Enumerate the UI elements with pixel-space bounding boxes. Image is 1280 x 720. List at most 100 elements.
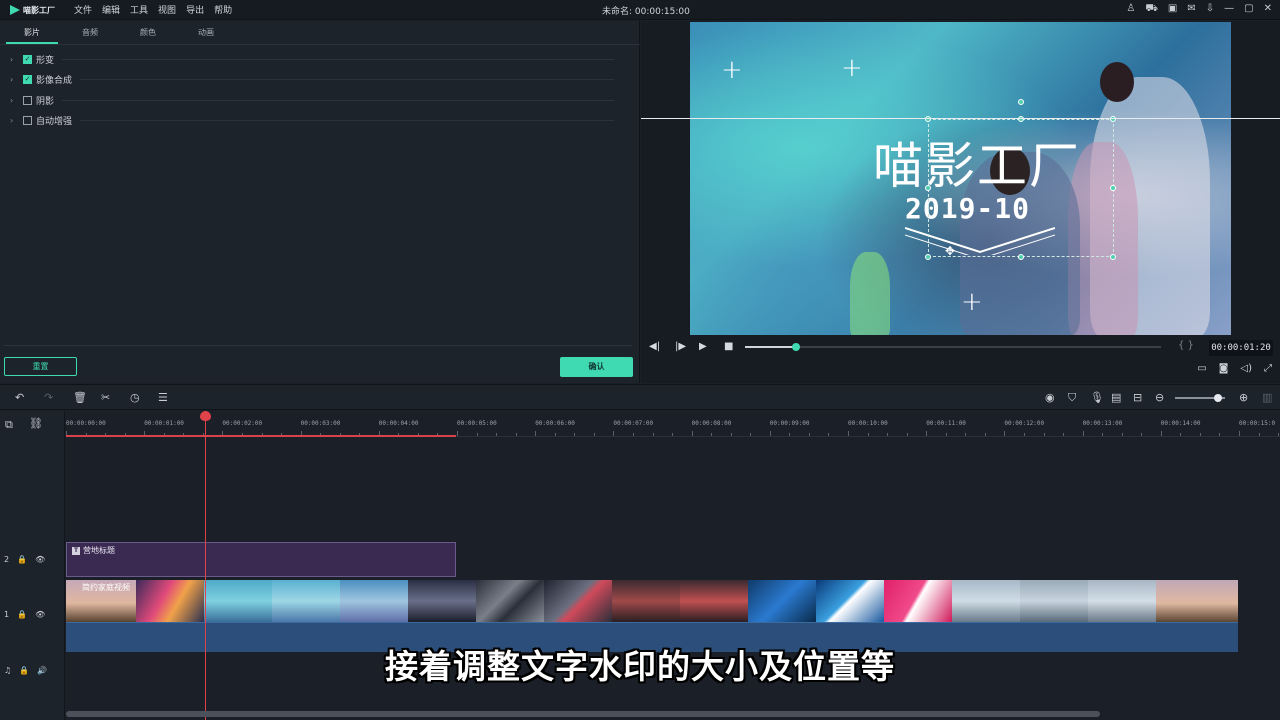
property-label: 形变 <box>36 55 55 66</box>
ruler-tick <box>1219 433 1221 436</box>
app-logo: 喵影工厂 <box>10 3 55 17</box>
maximize-icon[interactable]: ▢ <box>1244 3 1253 16</box>
tab-color[interactable]: 颜色 <box>122 21 174 44</box>
timeline-toolbar: ↶ ↷ 🗑 ✂ ◷ ☰ ◉ ⛉ 🎙 ▤ ⊟ ⊖ ⊕ ▥ <box>0 384 1280 410</box>
menu-edit[interactable]: 编辑 <box>102 3 120 16</box>
reset-button[interactable]: 重置 <box>4 357 77 376</box>
ruler-tick <box>1258 433 1260 436</box>
resize-handle[interactable] <box>1110 254 1116 260</box>
clip-thumbnail <box>680 580 748 622</box>
ruler-label: 00:00:05:00 <box>457 420 497 427</box>
time-ruler[interactable]: 00:00:00:00 00:00:01:00 00:00:02:00 00:00:0… <box>66 411 1280 437</box>
menu-tools[interactable]: 工具 <box>130 3 148 16</box>
checkbox-auto-enhance[interactable] <box>23 115 32 125</box>
volume-icon[interactable]: ◁) <box>1240 363 1252 374</box>
fullscreen-icon[interactable]: ⤢ <box>1264 363 1272 374</box>
checkbox-shadow[interactable] <box>23 95 32 105</box>
account-icon[interactable]: ♙ <box>1126 3 1135 16</box>
mark-in-out-icon[interactable]: { } <box>1178 340 1194 351</box>
resize-handle[interactable] <box>1018 116 1024 122</box>
resize-handle[interactable] <box>1110 185 1116 191</box>
render-icon[interactable]: ◉ <box>1045 391 1055 404</box>
chevron-right-icon[interactable]: › <box>10 96 18 105</box>
resize-handle[interactable] <box>925 254 931 260</box>
save-icon[interactable]: ▣ <box>1168 3 1177 16</box>
preview-canvas[interactable]: + + + 喵影工厂 2019-10 ✥ <box>690 22 1231 335</box>
playhead-handle[interactable] <box>200 411 211 421</box>
resize-handle[interactable] <box>1018 254 1024 260</box>
lock-icon[interactable]: 🔒 <box>17 555 27 564</box>
property-auto-enhance[interactable]: › 自动增强 <box>10 113 72 127</box>
cut-icon[interactable]: ✂ <box>101 391 110 404</box>
download-icon[interactable]: ⇩ <box>1206 3 1214 16</box>
eye-icon[interactable]: 👁 <box>35 555 45 564</box>
redo-icon[interactable]: ↷ <box>44 391 53 404</box>
resize-handle[interactable] <box>925 185 931 191</box>
step-icon[interactable]: |▶ <box>675 341 686 352</box>
delete-icon[interactable]: 🗑 <box>73 391 87 404</box>
ruler-label: 00:00:15:0 <box>1239 420 1276 427</box>
play-icon[interactable]: ▶ <box>699 341 707 352</box>
tab-audio[interactable]: 音频 <box>64 21 116 44</box>
clip-thumbnail <box>884 580 952 622</box>
ruler-tick <box>1063 433 1065 436</box>
mail-icon[interactable]: ✉ <box>1187 3 1195 16</box>
property-transform[interactable]: › ✓ 形变 <box>10 52 54 66</box>
marker-icon[interactable]: ⛉ <box>1068 391 1076 405</box>
microphone-icon[interactable]: 🎙 <box>1090 391 1104 404</box>
menu-file[interactable]: 文件 <box>74 3 92 16</box>
undo-icon[interactable]: ↶ <box>15 391 24 404</box>
stop-icon[interactable]: ■ <box>724 341 733 352</box>
zoom-handle[interactable] <box>1214 394 1222 402</box>
scrub-handle[interactable] <box>792 343 800 351</box>
panel-toggle-icon[interactable]: ▥ <box>1262 391 1272 404</box>
audio-mixer-icon[interactable]: ▤ <box>1111 391 1121 404</box>
chevron-right-icon[interactable]: › <box>10 75 18 84</box>
video-clip-name: 简约家庭视频 <box>82 583 130 592</box>
prev-frame-icon[interactable]: ◀| <box>649 341 660 352</box>
split-screen-icon[interactable]: ⊟ <box>1133 391 1142 404</box>
selection-box[interactable]: ✥ <box>925 99 1116 260</box>
cart-icon[interactable]: ⛟ <box>1145 3 1158 16</box>
ruler-tick <box>984 433 986 436</box>
snapshot-icon[interactable]: ◙ <box>1219 363 1229 374</box>
display-icon[interactable]: ▭ <box>1197 363 1206 374</box>
ruler-tick <box>867 433 869 436</box>
tab-video[interactable]: 影片 <box>6 21 58 44</box>
divider <box>80 79 614 80</box>
checkbox-compositing[interactable]: ✓ <box>23 74 32 84</box>
minimize-icon[interactable]: — <box>1224 3 1234 16</box>
close-icon[interactable]: ✕ <box>1264 3 1272 16</box>
eye-icon[interactable]: 👁 <box>35 610 45 619</box>
confirm-button[interactable]: 确认 <box>560 357 633 377</box>
resize-handle[interactable] <box>1110 116 1116 122</box>
ruler-tick <box>632 433 634 436</box>
add-track-icon[interactable]: ⧉ <box>5 418 13 432</box>
rotate-handle[interactable] <box>1018 99 1024 105</box>
menu-export[interactable]: 导出 <box>186 3 204 16</box>
ruler-label: 00:00:03:00 <box>300 420 341 427</box>
property-shadow[interactable]: › 阴影 <box>10 93 54 107</box>
link-icon[interactable]: ⛓ <box>29 417 43 430</box>
zoom-out-icon[interactable]: ⊖ <box>1155 391 1164 404</box>
lock-icon[interactable]: 🔒 <box>17 610 27 619</box>
chevron-right-icon[interactable]: › <box>10 116 18 125</box>
zoom-in-icon[interactable]: ⊕ <box>1239 391 1248 404</box>
title-clip[interactable]: T 营地标题 <box>66 542 456 577</box>
chevron-right-icon[interactable]: › <box>10 55 18 64</box>
speed-icon[interactable]: ◷ <box>130 391 140 404</box>
ruler-tick <box>613 431 615 436</box>
horizontal-scrollbar[interactable] <box>66 711 1100 717</box>
title-bar-icons: ♙ ⛟ ▣ ✉ ⇩ — ▢ ✕ <box>1126 3 1272 16</box>
video-clip[interactable] <box>66 580 1238 622</box>
scrub-track[interactable] <box>745 346 1161 348</box>
menu-help[interactable]: 帮助 <box>214 3 232 16</box>
adjust-icon[interactable]: ☰ <box>158 391 168 404</box>
plus-marker: + <box>721 55 743 85</box>
resize-handle[interactable] <box>925 116 931 122</box>
property-compositing[interactable]: › ✓ 影像合成 <box>10 72 72 86</box>
track-number: 1 <box>4 610 10 619</box>
menu-view[interactable]: 视图 <box>158 3 176 16</box>
checkbox-transform[interactable]: ✓ <box>23 54 32 64</box>
tab-animation[interactable]: 动画 <box>180 21 232 44</box>
